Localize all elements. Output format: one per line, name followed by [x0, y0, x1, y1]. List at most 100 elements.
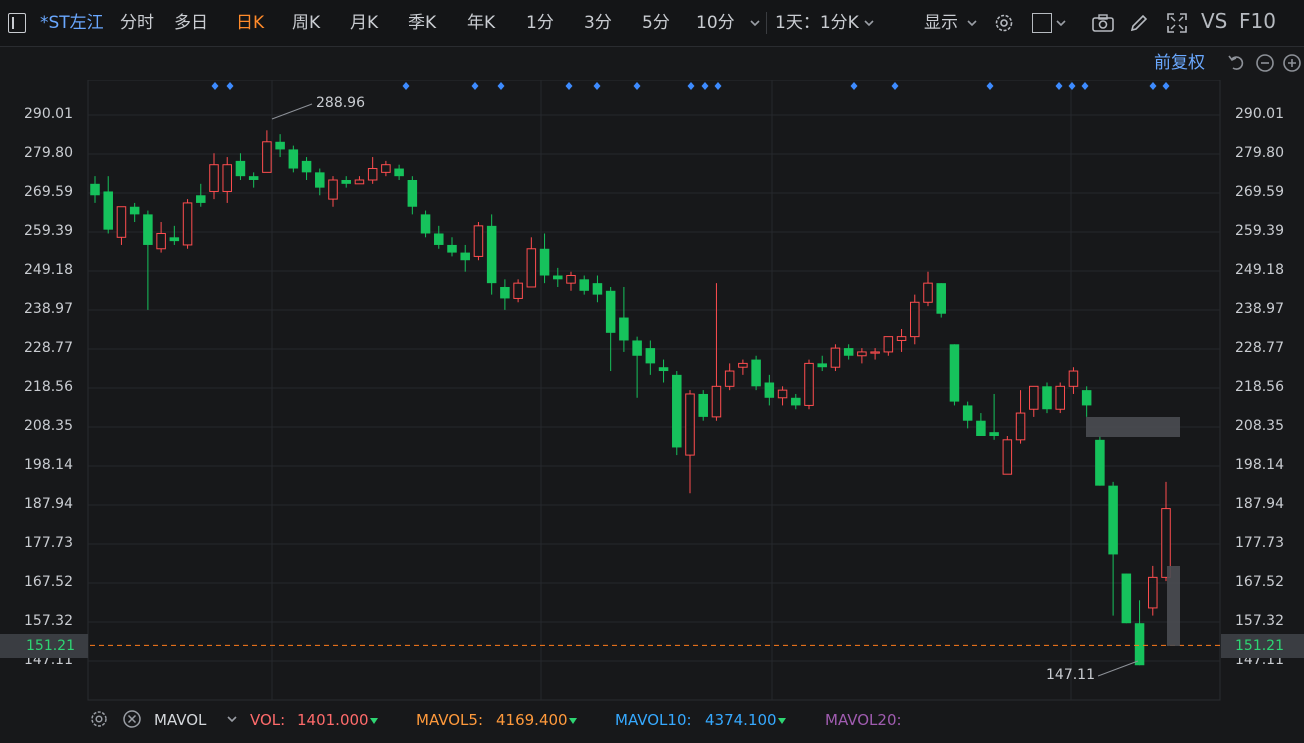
price-tick-label: 218.56 — [24, 379, 73, 395]
candle — [870, 348, 880, 360]
candle-body — [248, 176, 259, 180]
layout-icon[interactable] — [1032, 13, 1052, 33]
fullscreen-icon[interactable] — [1166, 12, 1188, 34]
event-marker-icon — [565, 82, 573, 90]
gear-icon[interactable] — [993, 12, 1015, 34]
event-marker-icon — [687, 82, 695, 90]
adjust-mode-button[interactable]: 前复权 — [1154, 52, 1205, 74]
tab-fenshi[interactable]: 分时 — [120, 12, 154, 34]
tab-day-k[interactable]: 日K — [236, 12, 264, 34]
candle — [500, 279, 510, 310]
triangle-down-icon — [569, 718, 577, 724]
current-price-tag-right: 151.21 — [1221, 634, 1304, 658]
vs-button[interactable]: VS — [1201, 10, 1227, 32]
f10-button[interactable]: F10 — [1239, 10, 1276, 32]
event-marker-icon — [714, 82, 722, 90]
tab-year-k[interactable]: 年K — [467, 12, 495, 34]
mavol10-value: 4374.100 — [705, 711, 777, 729]
gear-icon[interactable] — [89, 709, 109, 729]
undo-icon[interactable] — [1227, 53, 1247, 73]
price-tick-label: 249.18 — [24, 262, 73, 278]
candle-body — [949, 344, 960, 402]
triangle-down-icon — [370, 718, 378, 724]
chevron-down-icon[interactable] — [863, 17, 875, 29]
candle-body — [658, 367, 669, 372]
candle — [791, 393, 801, 410]
candle — [976, 413, 986, 436]
candle-body — [1108, 485, 1118, 555]
tab-10min[interactable]: 10分 — [696, 12, 735, 34]
candle-body — [460, 252, 470, 261]
price-tick-label: 198.14 — [1235, 457, 1284, 474]
event-markers — [211, 82, 1170, 90]
candle — [592, 275, 603, 303]
chevron-down-icon[interactable] — [1055, 17, 1067, 29]
close-icon[interactable] — [122, 709, 142, 729]
low-leader-line — [1097, 660, 1139, 677]
candle — [235, 153, 246, 180]
event-marker-icon — [1162, 82, 1170, 90]
display-menu[interactable]: 显示 — [924, 12, 958, 34]
candle-body — [143, 214, 153, 245]
chevron-down-icon[interactable] — [966, 17, 978, 29]
price-tick-label: 279.80 — [1235, 145, 1284, 161]
candle-body — [698, 393, 708, 417]
candle — [1068, 367, 1079, 394]
tab-1min[interactable]: 1分 — [526, 12, 554, 34]
candle-body — [1095, 439, 1105, 486]
candle — [658, 359, 669, 383]
candle — [830, 344, 841, 372]
candle-body — [103, 191, 113, 230]
divider — [766, 12, 767, 34]
price-tick-label: 249.18 — [1235, 262, 1284, 278]
event-marker-icon — [593, 82, 601, 90]
candle-body — [513, 282, 523, 299]
tab-5min[interactable]: 5分 — [642, 12, 670, 34]
price-tick-label: 177.73 — [24, 535, 73, 551]
stock-name[interactable]: *ST左江 — [40, 12, 104, 34]
candle — [1121, 573, 1132, 624]
candle-body — [764, 382, 775, 398]
vol-value: 1401.000 — [297, 711, 369, 729]
candle-body — [619, 317, 629, 341]
pencil-icon[interactable] — [1128, 12, 1150, 34]
camera-icon[interactable] — [1091, 12, 1115, 34]
tab-duori[interactable]: 多日 — [174, 12, 208, 34]
candle-body — [222, 164, 232, 192]
top-toolbar: *ST左江 分时 多日 日K 周K 月K 季K 年K 1分 3分 5分 10分 … — [0, 0, 1304, 47]
candles — [90, 130, 1171, 666]
candle — [1081, 386, 1092, 417]
candle-body — [473, 225, 484, 257]
candle-body — [116, 206, 127, 238]
sidebar-toggle-icon[interactable] — [8, 13, 26, 33]
candle-body — [156, 232, 166, 250]
chart-overlays — [0, 103, 1304, 677]
interval-select[interactable]: 1天：1分K — [775, 12, 859, 34]
candle — [711, 283, 722, 421]
candle-body — [328, 179, 338, 200]
tab-3min[interactable]: 3分 — [584, 12, 612, 34]
zoom-in-icon[interactable] — [1282, 53, 1302, 73]
tab-week-k[interactable]: 周K — [292, 12, 320, 34]
tab-month-k[interactable]: 月K — [350, 12, 378, 34]
event-marker-icon — [402, 82, 410, 90]
candle — [632, 336, 642, 398]
candle-body — [1029, 385, 1039, 410]
kline-chart[interactable] — [0, 80, 1304, 703]
chevron-down-icon[interactable] — [749, 17, 761, 29]
candle — [1108, 481, 1118, 616]
candle — [434, 225, 444, 249]
tab-season-k[interactable]: 季K — [408, 12, 436, 34]
candle-body — [1042, 386, 1052, 410]
price-tick-label: 238.97 — [24, 301, 73, 318]
indicator-select[interactable]: MAVOL — [154, 711, 206, 729]
candle-body — [539, 248, 550, 276]
current-price-left: 151.21 — [26, 638, 75, 654]
candle-body — [738, 362, 748, 368]
chevron-down-icon[interactable] — [226, 713, 238, 725]
zoom-out-icon[interactable] — [1255, 53, 1275, 73]
candle — [817, 355, 827, 372]
candle — [843, 344, 854, 360]
event-marker-icon — [633, 82, 641, 90]
candle-body — [592, 283, 603, 295]
